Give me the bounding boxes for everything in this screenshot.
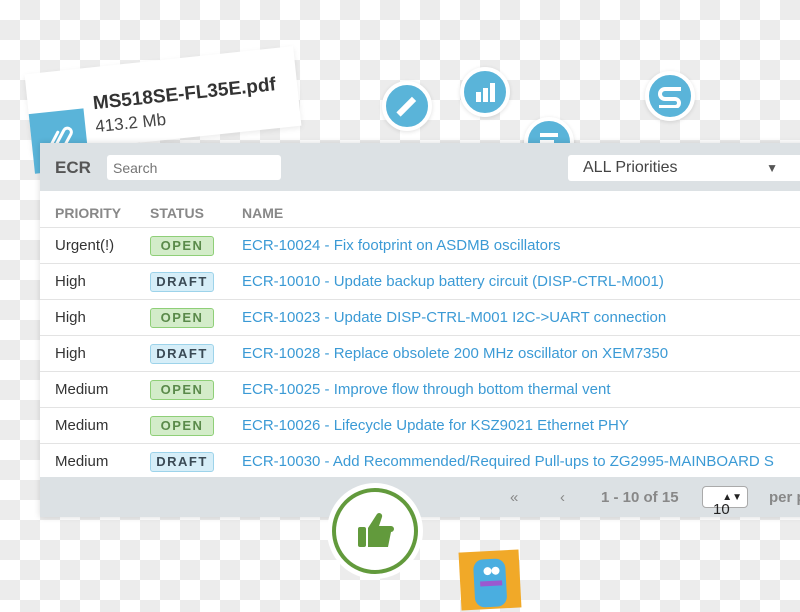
panel-header: ECR ALL Priorities ▼ [40, 143, 800, 191]
status-badge: DRAFT [150, 343, 214, 364]
column-header-name[interactable]: NAME [242, 199, 800, 228]
s-logo-icon[interactable] [645, 71, 695, 121]
name-cell: ECR-10030 - Add Recommended/Required Pul… [242, 443, 800, 479]
status-cell: DRAFT [150, 335, 242, 372]
pencil-icon[interactable] [382, 81, 432, 131]
table-row[interactable]: Medium OPEN ECR-10026 - Lifecycle Update… [40, 407, 800, 444]
status-cell: DRAFT [150, 263, 242, 300]
thumbs-up-button[interactable] [327, 483, 423, 579]
table-row[interactable]: Medium DRAFT ECR-10030 - Add Recommended… [40, 443, 800, 479]
status-cell: DRAFT [150, 443, 242, 479]
thumbs-up-icon [332, 488, 418, 574]
ecr-link[interactable]: ECR-10028 - Replace obsolete 200 MHz osc… [242, 345, 668, 362]
status-cell: OPEN [150, 227, 242, 264]
status-badge: OPEN [150, 307, 214, 328]
per-page-select[interactable]: 10 ▲▼ [702, 486, 748, 518]
status-cell: OPEN [150, 299, 242, 336]
name-cell: ECR-10023 - Update DISP-CTRL-M001 I2C->U… [242, 299, 800, 336]
priority-cell: High [40, 263, 150, 300]
chevron-down-icon: ▼ [766, 161, 778, 175]
ecr-panel: ECR ALL Priorities ▼ PRIORITY STATUS NAME… [40, 143, 800, 518]
table-row[interactable]: High DRAFT ECR-10010 - Update backup bat… [40, 263, 800, 300]
priority-cell: High [40, 299, 150, 336]
ecr-table: PRIORITY STATUS NAME Urgent(!) OPEN ECR-… [40, 199, 800, 479]
status-cell: OPEN [150, 371, 242, 408]
table-row[interactable]: High DRAFT ECR-10028 - Replace obsolete … [40, 335, 800, 372]
ecr-link[interactable]: ECR-10010 - Update backup battery circui… [242, 273, 664, 290]
priority-cell: Medium [40, 371, 150, 408]
pagination-bar: « ‹ 1 - 10 of 15 10▲▼ per p [40, 477, 800, 518]
table-row[interactable]: High OPEN ECR-10023 - Update DISP-CTRL-M… [40, 299, 800, 336]
priority-select[interactable]: ALL Priorities ▼ [568, 155, 800, 181]
file-card[interactable]: MS518SE-FL35E.pdf 413.2 Mb [24, 46, 302, 174]
priority-cell: High [40, 335, 150, 372]
name-cell: ECR-10028 - Replace obsolete 200 MHz osc… [242, 335, 800, 372]
ecr-link[interactable]: ECR-10025 - Improve flow through bottom … [242, 381, 611, 398]
name-cell: ECR-10025 - Improve flow through bottom … [242, 371, 800, 408]
ecr-link[interactable]: ECR-10026 - Lifecycle Update for KSZ9021… [242, 417, 629, 434]
ecr-link[interactable]: ECR-10030 - Add Recommended/Required Pul… [242, 453, 774, 470]
ecr-link[interactable]: ECR-10023 - Update DISP-CTRL-M001 I2C->U… [242, 309, 666, 326]
status-badge: DRAFT [150, 271, 214, 292]
name-cell: ECR-10024 - Fix footprint on ASDMB oscil… [242, 227, 800, 264]
priority-select-value: ALL Priorities [583, 159, 678, 176]
ecr-link[interactable]: ECR-10024 - Fix footprint on ASDMB oscil… [242, 237, 560, 254]
per-page-label: per p [769, 489, 800, 506]
priority-cell: Urgent(!) [40, 227, 150, 264]
table-row[interactable]: Medium OPEN ECR-10025 - Improve flow thr… [40, 371, 800, 408]
search-input[interactable] [107, 155, 281, 180]
first-page-button[interactable]: « [510, 489, 518, 506]
priority-cell: Medium [40, 407, 150, 444]
sort-arrows-icon: ▲▼ [722, 492, 742, 503]
status-cell: OPEN [150, 407, 242, 444]
status-badge: OPEN [150, 235, 214, 256]
status-badge: OPEN [150, 379, 214, 400]
prev-page-button[interactable]: ‹ [560, 489, 565, 506]
bar-chart-icon[interactable] [460, 67, 510, 117]
status-badge: DRAFT [150, 451, 214, 472]
priority-cell: Medium [40, 443, 150, 479]
column-header-priority[interactable]: PRIORITY [40, 199, 150, 228]
name-cell: ECR-10026 - Lifecycle Update for KSZ9021… [242, 407, 800, 444]
panel-title: ECR [55, 158, 91, 177]
table-row[interactable]: Urgent(!) OPEN ECR-10024 - Fix footprint… [40, 227, 800, 264]
status-badge: OPEN [150, 415, 214, 436]
page-range: 1 - 10 of 15 [601, 489, 679, 506]
column-header-status[interactable]: STATUS [150, 199, 242, 228]
robot-avatar [458, 549, 522, 611]
name-cell: ECR-10010 - Update backup battery circui… [242, 263, 800, 300]
file-name: MS518SE-FL35E.pdf [91, 74, 277, 115]
